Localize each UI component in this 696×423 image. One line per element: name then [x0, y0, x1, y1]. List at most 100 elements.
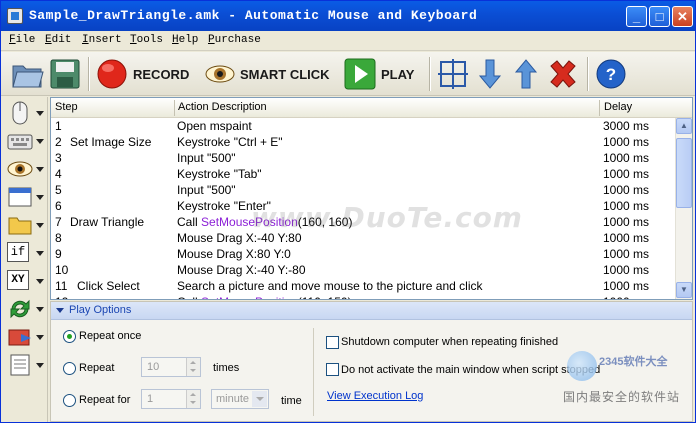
mouse-icon[interactable] — [7, 101, 33, 125]
if-icon[interactable]: if — [7, 242, 29, 262]
chevron-down-icon[interactable] — [252, 391, 267, 407]
no-activate-checkbox[interactable] — [326, 363, 339, 376]
table-row[interactable]: 11 Click Select Search a picture and move … — [51, 278, 675, 294]
menu-file[interactable]: File — [9, 34, 35, 46]
chevron-down-icon[interactable] — [36, 195, 44, 200]
step-number: 10 — [55, 263, 69, 277]
scroll-up-button[interactable]: ▲ — [676, 118, 692, 134]
step-number: 7 — [55, 215, 62, 229]
command-toolbar: if XY — [1, 97, 48, 422]
minimize-button[interactable]: _ — [626, 6, 647, 27]
repeat-for-label[interactable]: Repeat for — [79, 394, 130, 406]
select-region-icon[interactable] — [438, 58, 468, 90]
delay-value: 1000 ms — [603, 167, 650, 181]
window-title: Sample_DrawTriangle.amk - Automatic Mous… — [29, 8, 478, 23]
table-row[interactable]: 1 Open mspaint 3000 ms — [51, 118, 675, 134]
play-options-header[interactable]: Play Options — [51, 302, 692, 320]
record-button[interactable]: RECORD — [133, 67, 189, 82]
table-row[interactable]: 4 Keystroke "Tab" 1000 ms — [51, 166, 675, 182]
menu-help[interactable]: Help — [172, 34, 198, 46]
close-button[interactable]: ✕ — [672, 6, 693, 27]
smart-click-button[interactable]: SMART CLICK — [240, 67, 330, 82]
shutdown-checkbox[interactable] — [326, 336, 339, 349]
repeat-count-stepper[interactable]: 10 — [141, 357, 201, 377]
chevron-down-icon[interactable] — [36, 111, 44, 116]
scroll-thumb[interactable] — [676, 138, 692, 208]
chevron-down-icon[interactable] — [36, 223, 44, 228]
grid-header: Step Action Description Delay — [51, 98, 692, 118]
xy-icon[interactable]: XY — [7, 270, 29, 290]
refresh-icon[interactable] — [7, 297, 33, 321]
table-row[interactable]: 9 Mouse Drag X:80 Y:0 1000 ms — [51, 246, 675, 262]
time-unit-select[interactable]: minute — [211, 389, 269, 409]
open-folder-icon[interactable] — [11, 58, 45, 90]
script-grid[interactable]: Step Action Description Delay 1 Open mspa… — [50, 97, 693, 300]
column-header-action[interactable]: Action Description — [178, 101, 267, 113]
menu-edit[interactable]: Edit — [45, 34, 71, 46]
repeat-label[interactable]: Repeat — [79, 362, 114, 374]
title-bar[interactable]: Sample_DrawTriangle.amk - Automatic Mous… — [1, 1, 695, 31]
menu-bar: File Edit Insert Tools Help Purchase — [1, 31, 695, 51]
table-row[interactable]: 10 Mouse Drag X:-40 Y:-80 1000 ms — [51, 262, 675, 278]
repeat-once-radio[interactable] — [63, 330, 76, 343]
repeat-radio[interactable] — [63, 362, 76, 375]
action-description: Input "500" — [177, 183, 236, 197]
help-icon[interactable]: ? — [596, 58, 626, 90]
column-header-step[interactable]: Step — [55, 101, 78, 113]
table-row[interactable]: 2 Set Image Size Keystroke "Ctrl + E" 1000 … — [51, 134, 675, 150]
record-icon[interactable] — [96, 58, 128, 90]
menu-purchase[interactable]: Purchase — [208, 34, 261, 46]
repeat-once-label[interactable]: Repeat once — [79, 330, 141, 342]
delay-value: 1000 ms — [603, 183, 650, 197]
main-toolbar: RECORD SMART CLICK PLAY ? — [1, 52, 695, 96]
step-number: 1 — [55, 119, 62, 133]
menu-insert[interactable]: Insert — [82, 34, 122, 46]
no-activate-label[interactable]: Do not activate the main window when scr… — [341, 364, 600, 376]
collapse-icon[interactable] — [56, 308, 64, 313]
delay-value: 1000 ms — [603, 199, 650, 213]
folder-icon[interactable] — [7, 213, 33, 237]
eye-icon[interactable] — [7, 157, 33, 181]
eye-icon[interactable] — [204, 64, 236, 96]
repeat-count-value: 10 — [147, 361, 160, 373]
repeat-for-radio[interactable] — [63, 394, 76, 407]
chevron-down-icon[interactable] — [36, 307, 44, 312]
chevron-down-icon[interactable] — [36, 335, 44, 340]
action-args: (110, 150) — [298, 295, 352, 299]
repeat-for-value: 1 — [147, 393, 154, 405]
run-icon[interactable] — [7, 325, 33, 349]
keyboard-icon[interactable] — [7, 129, 33, 153]
column-divider[interactable] — [599, 100, 600, 116]
chevron-down-icon[interactable] — [36, 279, 44, 284]
play-icon[interactable] — [344, 58, 376, 90]
chevron-down-icon[interactable] — [36, 167, 44, 172]
toolbar-separator — [88, 57, 90, 91]
save-icon[interactable] — [49, 58, 81, 90]
delay-value: 1000 ms — [603, 247, 650, 261]
delay-value: 3000 ms — [603, 119, 650, 133]
chevron-down-icon[interactable] — [36, 251, 44, 256]
window-icon[interactable] — [7, 185, 33, 209]
spin-arrows-icon[interactable] — [186, 390, 200, 408]
delete-icon[interactable] — [547, 58, 579, 90]
view-execution-log-link[interactable]: View Execution Log — [327, 390, 423, 402]
column-divider[interactable] — [174, 100, 175, 116]
spin-arrows-icon[interactable] — [186, 358, 200, 376]
scroll-down-button[interactable]: ▼ — [676, 282, 692, 298]
chevron-down-icon[interactable] — [36, 139, 44, 144]
script-icon[interactable] — [7, 353, 33, 377]
vertical-scrollbar[interactable]: ▲ ▼ — [675, 118, 692, 299]
toolbar-separator — [587, 57, 589, 91]
shutdown-label[interactable]: Shutdown computer when repeating finishe… — [341, 336, 558, 348]
menu-tools[interactable]: Tools — [130, 34, 163, 46]
repeat-for-stepper[interactable]: 1 — [141, 389, 201, 409]
table-row[interactable]: 12 Call SetMousePosition(110, 150) 1000 ms — [51, 294, 675, 299]
play-button[interactable]: PLAY — [381, 67, 414, 82]
maximize-button[interactable]: □ — [649, 6, 670, 27]
move-up-icon[interactable] — [514, 58, 538, 90]
chevron-down-icon[interactable] — [36, 363, 44, 368]
table-row[interactable]: 3 Input "500" 1000 ms — [51, 150, 675, 166]
table-row[interactable]: 5 Input "500" 1000 ms — [51, 182, 675, 198]
move-down-icon[interactable] — [478, 58, 502, 90]
column-header-delay[interactable]: Delay — [604, 101, 632, 113]
